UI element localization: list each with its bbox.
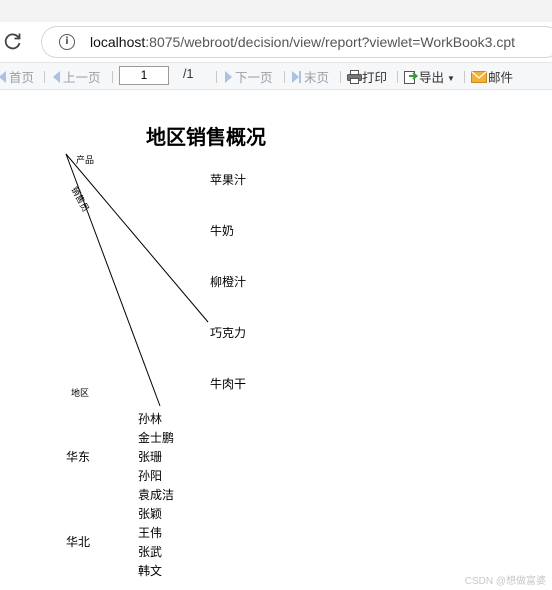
region-cell: 华北 <box>66 535 91 549</box>
salesperson-cell: 孙林 <box>138 412 163 426</box>
salesperson-cell: 韩文 <box>138 564 163 578</box>
product-header-cell: 苹果汁 <box>210 173 247 187</box>
product-header-cell: 牛肉干 <box>210 377 247 391</box>
salesperson-cell: 张珊 <box>138 450 163 464</box>
product-header-cell: 牛奶 <box>210 224 235 238</box>
salesperson-cell: 金士鹏 <box>138 431 175 445</box>
header-product: 产品 <box>76 156 95 166</box>
salesperson-cell: 袁成洁 <box>138 488 175 502</box>
watermark: CSDN @想做富婆 <box>464 576 546 587</box>
salesperson-cell: 张颖 <box>138 507 163 521</box>
product-header-cell: 巧克力 <box>210 326 247 340</box>
region-cell: 华东 <box>66 450 91 464</box>
product-header-cell: 柳橙汁 <box>210 275 247 289</box>
salesperson-cell: 王伟 <box>138 526 163 540</box>
salesperson-cell: 张武 <box>138 545 163 559</box>
diagonal-header-lines <box>65 153 209 407</box>
header-region: 地区 <box>71 389 90 399</box>
salesperson-cell: 孙阳 <box>138 469 163 483</box>
